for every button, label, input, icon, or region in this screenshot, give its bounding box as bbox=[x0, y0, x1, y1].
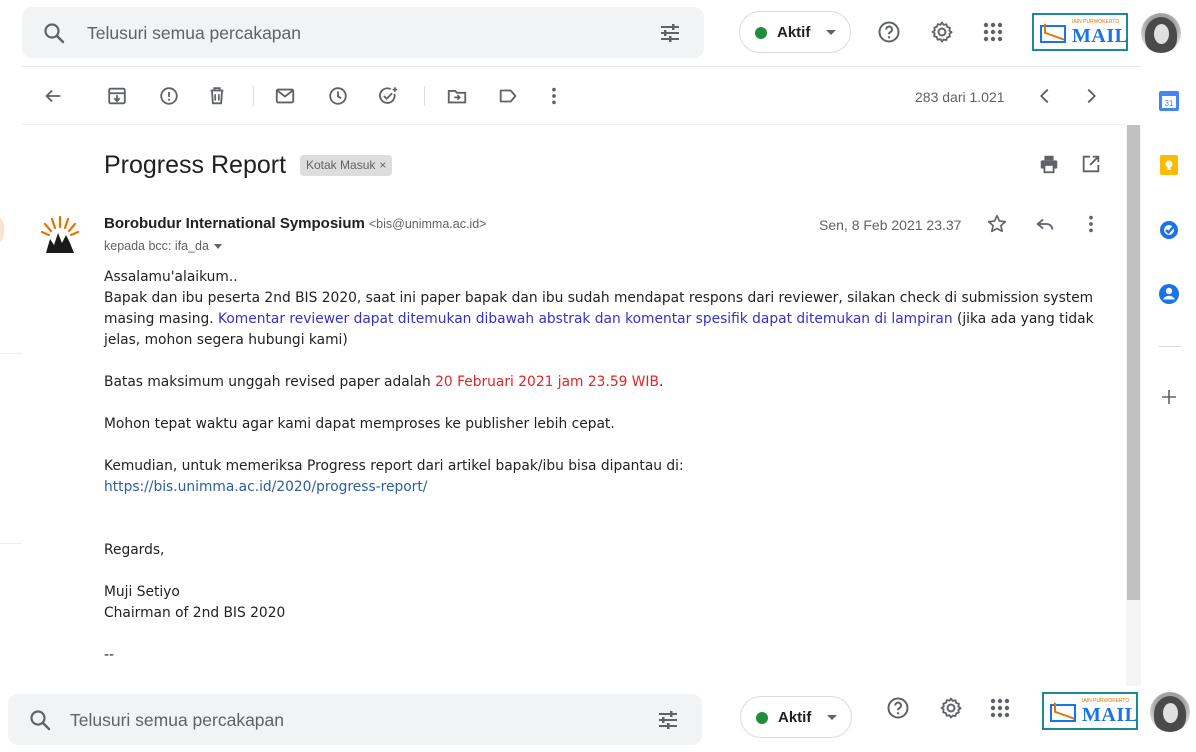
signer-title: Chairman of 2nd BIS 2020 bbox=[104, 605, 286, 621]
help-icon[interactable] bbox=[877, 20, 901, 44]
search-bar[interactable]: Telusuri semua percakapan bbox=[8, 694, 702, 745]
envelope-icon bbox=[1040, 25, 1066, 43]
trash-icon[interactable] bbox=[206, 85, 228, 107]
calendar-icon[interactable]: 31 bbox=[1158, 90, 1180, 112]
apps-grid-icon[interactable] bbox=[988, 696, 1012, 720]
paragraph-1: Bapak dan ibu peserta 2nd BIS 2020, saat… bbox=[104, 290, 1094, 348]
recipient-details[interactable]: kepada bcc: ifa_da bbox=[104, 239, 222, 253]
search-icon[interactable] bbox=[28, 708, 52, 732]
keep-icon[interactable] bbox=[1158, 154, 1180, 176]
gear-icon[interactable] bbox=[930, 20, 954, 44]
status-selector[interactable]: Aktif bbox=[739, 11, 851, 53]
more-vert-icon[interactable] bbox=[1080, 213, 1102, 235]
message-counter: 283 dari 1.021 bbox=[915, 89, 1005, 105]
sender-email: <bis@unimma.ac.id> bbox=[368, 217, 487, 231]
gear-icon[interactable] bbox=[939, 696, 963, 720]
status-label: Aktif bbox=[777, 24, 811, 41]
message-toolbar: 283 dari 1.021 bbox=[22, 67, 1126, 125]
chevron-right-icon[interactable] bbox=[1080, 85, 1102, 107]
progress-report-link[interactable]: https://bis.unimma.ac.id/2020/progress-r… bbox=[104, 479, 427, 495]
chevron-down-icon bbox=[826, 30, 836, 35]
label-icon[interactable] bbox=[497, 85, 519, 107]
inbox-label-chip[interactable]: Kotak Masuk × bbox=[300, 155, 393, 176]
signature-separator: -- bbox=[104, 647, 114, 663]
plus-icon[interactable] bbox=[1158, 386, 1180, 408]
message-body: Assalamu'alaikum.. Bapak dan ibu peserta… bbox=[104, 267, 1104, 666]
bottom-bar: Telusuri semua percakapan Aktif IAIN PUR… bbox=[0, 686, 1196, 752]
contacts-icon[interactable] bbox=[1158, 283, 1180, 305]
search-bar[interactable]: Telusuri semua percakapan bbox=[22, 7, 704, 58]
move-to-icon[interactable] bbox=[446, 85, 468, 107]
reviewer-comment-text: Komentar reviewer dapat ditemukan dibawa… bbox=[218, 311, 953, 327]
chevron-down-icon bbox=[827, 715, 837, 720]
arrow-back-icon[interactable] bbox=[42, 85, 64, 107]
sender-line[interactable]: Borobudur International Symposium <bis@un… bbox=[104, 215, 486, 232]
paragraph-4: Kemudian, untuk memeriksa Progress repor… bbox=[104, 458, 684, 474]
tune-icon[interactable] bbox=[656, 708, 680, 732]
top-bar: Telusuri semua percakapan Aktif IAIN PUR… bbox=[0, 0, 1196, 66]
more-vert-icon[interactable] bbox=[543, 85, 565, 107]
message-date: Sen, 8 Feb 2021 23.37 bbox=[819, 217, 962, 233]
status-dot-icon bbox=[756, 712, 768, 724]
signer-name: Muji Setiyo bbox=[104, 584, 180, 600]
label-chip-text: Kotak Masuk bbox=[306, 158, 376, 172]
add-task-icon[interactable] bbox=[377, 85, 399, 107]
open-new-window-icon[interactable] bbox=[1080, 153, 1102, 175]
apps-grid-icon[interactable] bbox=[981, 20, 1005, 44]
envelope-icon bbox=[1050, 704, 1076, 722]
paragraph-3: Mohon tepat waktu agar kami dapat mempro… bbox=[104, 416, 615, 432]
sender-name[interactable]: Borobudur International Symposium bbox=[104, 215, 365, 232]
star-icon[interactable] bbox=[986, 213, 1008, 235]
help-icon[interactable] bbox=[886, 696, 910, 720]
status-dot-icon bbox=[755, 27, 767, 39]
message-pane: 283 dari 1.021 Progress Report Kotak Mas… bbox=[22, 66, 1141, 686]
left-edge bbox=[0, 66, 22, 686]
print-icon[interactable] bbox=[1038, 153, 1060, 175]
search-input[interactable]: Telusuri semua percakapan bbox=[87, 23, 301, 44]
message-subject: Progress Report bbox=[104, 151, 287, 179]
archive-icon[interactable] bbox=[106, 85, 128, 107]
tasks-icon[interactable] bbox=[1158, 219, 1180, 241]
status-selector[interactable]: Aktif bbox=[740, 696, 852, 738]
chevron-down-icon[interactable] bbox=[213, 244, 222, 250]
regards: Regards, bbox=[104, 542, 165, 558]
status-label: Aktif bbox=[778, 709, 812, 726]
avatar[interactable] bbox=[1141, 13, 1181, 53]
reply-icon[interactable] bbox=[1034, 213, 1056, 235]
close-icon[interactable]: × bbox=[379, 158, 386, 172]
brand-logo[interactable]: IAIN PURWOKERTO MAIL bbox=[1042, 692, 1138, 730]
search-icon[interactable] bbox=[42, 21, 66, 45]
sender-logo bbox=[40, 215, 80, 253]
svg-text:31: 31 bbox=[1165, 99, 1174, 108]
clock-icon[interactable] bbox=[327, 85, 349, 107]
mail-icon[interactable] bbox=[274, 85, 296, 107]
brand-name: MAIL bbox=[1082, 704, 1139, 726]
scrollbar-thumb[interactable] bbox=[1127, 125, 1140, 600]
tune-icon[interactable] bbox=[658, 21, 682, 45]
search-input[interactable]: Telusuri semua percakapan bbox=[70, 710, 284, 731]
chevron-left-icon[interactable] bbox=[1034, 85, 1056, 107]
side-panel: 31 bbox=[1141, 66, 1196, 686]
scrollbar[interactable] bbox=[1126, 125, 1141, 686]
report-spam-icon[interactable] bbox=[158, 85, 180, 107]
recipient-text: kepada bcc: ifa_da bbox=[104, 239, 209, 253]
avatar[interactable] bbox=[1150, 692, 1190, 732]
greeting: Assalamu'alaikum.. bbox=[104, 269, 238, 285]
deadline-text: 20 Februari 2021 jam 23.59 WIB bbox=[435, 374, 659, 390]
paragraph-2: Batas maksimum unggah revised paper adal… bbox=[104, 374, 664, 390]
brand-logo[interactable]: IAIN PURWOKERTO MAIL bbox=[1032, 13, 1128, 51]
brand-name: MAIL bbox=[1072, 25, 1129, 47]
